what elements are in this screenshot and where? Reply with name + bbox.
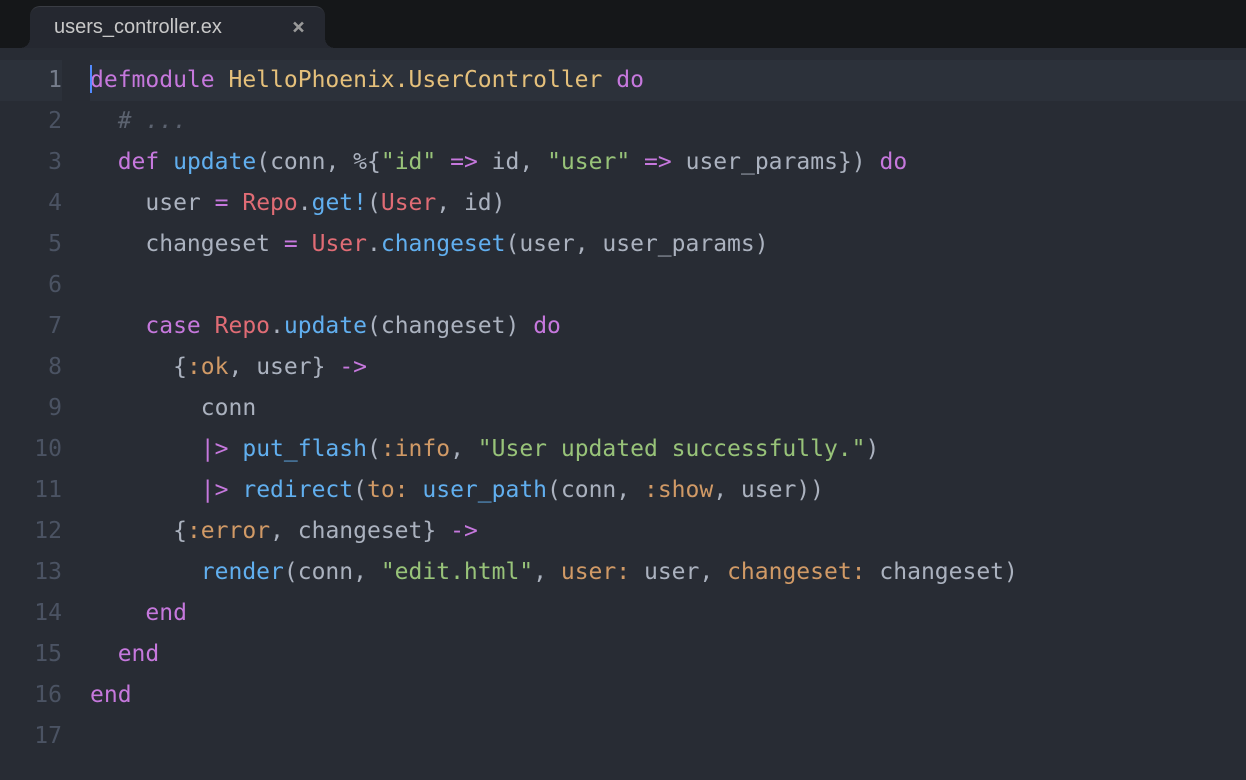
code-line: end	[90, 634, 1246, 675]
line-number[interactable]: 15	[0, 634, 62, 675]
line-number[interactable]: 10	[0, 429, 62, 470]
line-number[interactable]: 8	[0, 347, 62, 388]
code-line: case Repo.update(changeset) do	[90, 306, 1246, 347]
line-number[interactable]: 17	[0, 716, 62, 757]
tab-bar: users_controller.ex ×	[0, 0, 1246, 48]
line-number[interactable]: 1	[0, 60, 62, 101]
editor: 1 2 3 4 5 6 7 8 9 10 11 12 13 14 15 16 1…	[0, 48, 1246, 780]
code-line: |> put_flash(:info, "User updated succes…	[90, 429, 1246, 470]
line-number[interactable]: 3	[0, 142, 62, 183]
code-line: end	[90, 675, 1246, 716]
code-line: def update(conn, %{"id" => id, "user" =>…	[90, 142, 1246, 183]
line-number[interactable]: 5	[0, 224, 62, 265]
code-line: user = Repo.get!(User, id)	[90, 183, 1246, 224]
code-line: {:ok, user} ->	[90, 347, 1246, 388]
line-number[interactable]: 7	[0, 306, 62, 347]
code-line: changeset = User.changeset(user, user_pa…	[90, 224, 1246, 265]
code-line: end	[90, 593, 1246, 634]
code-line: {:error, changeset} ->	[90, 511, 1246, 552]
code-line: |> redirect(to: user_path(conn, :show, u…	[90, 470, 1246, 511]
close-icon[interactable]: ×	[292, 17, 305, 39]
code-area[interactable]: defmodule HelloPhoenix.UserController do…	[90, 60, 1246, 780]
line-number[interactable]: 6	[0, 265, 62, 306]
line-number[interactable]: 11	[0, 470, 62, 511]
line-number[interactable]: 14	[0, 593, 62, 634]
line-number[interactable]: 13	[0, 552, 62, 593]
line-number[interactable]: 2	[0, 101, 62, 142]
code-line: # ...	[90, 101, 1246, 142]
tab-title: users_controller.ex	[54, 16, 222, 39]
code-line: conn	[90, 388, 1246, 429]
code-line: defmodule HelloPhoenix.UserController do	[90, 60, 1246, 101]
line-number[interactable]: 16	[0, 675, 62, 716]
cursor	[90, 65, 92, 93]
line-number[interactable]: 9	[0, 388, 62, 429]
line-number[interactable]: 12	[0, 511, 62, 552]
code-line: render(conn, "edit.html", user: user, ch…	[90, 552, 1246, 593]
line-number[interactable]: 4	[0, 183, 62, 224]
gutter: 1 2 3 4 5 6 7 8 9 10 11 12 13 14 15 16 1…	[0, 60, 90, 780]
code-line	[90, 716, 1246, 757]
code-line	[90, 265, 1246, 306]
tab-active[interactable]: users_controller.ex ×	[30, 6, 325, 48]
